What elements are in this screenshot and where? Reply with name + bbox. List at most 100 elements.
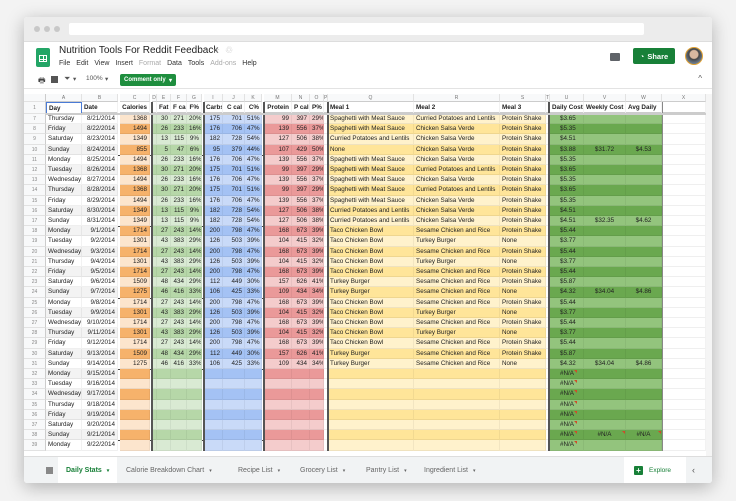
cell-day[interactable]: Monday bbox=[46, 440, 82, 451]
cell-fp[interactable]: 16% bbox=[187, 175, 202, 186]
sheet-tab-grocery-list[interactable]: Grocery List ▾ bbox=[300, 457, 345, 483]
cell-wk[interactable] bbox=[584, 256, 626, 267]
cell-pcal[interactable]: 556 bbox=[292, 124, 310, 135]
cell-wk[interactable] bbox=[584, 124, 626, 135]
cell-fp[interactable]: 16% bbox=[187, 124, 202, 135]
cell-cp[interactable]: 51% bbox=[245, 165, 262, 176]
cell-avg[interactable] bbox=[626, 246, 662, 257]
document-title[interactable]: Nutrition Tools For Reddit Feedback bbox=[59, 45, 218, 56]
cell-fcal[interactable]: 115 bbox=[171, 216, 187, 227]
cell-m2[interactable]: Sesame Chicken and Rice bbox=[414, 226, 500, 237]
cell-carb[interactable] bbox=[204, 440, 223, 451]
cell-m1[interactable]: Taco Chicken Bowl bbox=[328, 318, 414, 329]
cell-carb[interactable]: 175 bbox=[204, 114, 223, 125]
cell-date[interactable]: 9/22/2014 bbox=[82, 440, 118, 451]
row-header[interactable]: 16 bbox=[24, 205, 46, 216]
cell-day[interactable]: Sunday bbox=[46, 358, 82, 369]
cell-avg[interactable] bbox=[626, 338, 662, 349]
cell-date[interactable]: 8/24/2014 bbox=[82, 144, 118, 155]
cell-day[interactable]: Saturday bbox=[46, 348, 82, 359]
cell-pcal[interactable] bbox=[292, 409, 310, 420]
cell-m3[interactable] bbox=[500, 369, 546, 380]
cell-m3[interactable] bbox=[500, 399, 546, 410]
cell-fcal[interactable]: 416 bbox=[171, 287, 187, 298]
cell-m2[interactable]: Turkey Burger bbox=[414, 307, 500, 318]
cell-fp[interactable]: 14% bbox=[187, 318, 202, 329]
cell-cp[interactable] bbox=[245, 440, 262, 451]
cell-avg[interactable] bbox=[626, 134, 662, 145]
print-icon[interactable]: 🖶 bbox=[38, 75, 46, 89]
empty-cell[interactable] bbox=[662, 297, 706, 308]
cell-cost[interactable]: $5.44 bbox=[550, 338, 584, 349]
cell-fcal[interactable]: 243 bbox=[171, 267, 187, 278]
menu-tools[interactable]: Tools bbox=[188, 60, 204, 67]
cell-m1[interactable]: Taco Chicken Bowl bbox=[328, 236, 414, 247]
cell-m1[interactable] bbox=[328, 379, 414, 390]
cell-wk[interactable]: $31.72 bbox=[584, 144, 626, 155]
empty-cell[interactable] bbox=[662, 195, 706, 206]
cell-fp[interactable]: 29% bbox=[187, 307, 202, 318]
cell-pcal[interactable]: 556 bbox=[292, 175, 310, 186]
cell-carb[interactable] bbox=[204, 430, 223, 441]
cell-date[interactable]: 9/9/2014 bbox=[82, 307, 118, 318]
cell-fcal[interactable]: 271 bbox=[171, 185, 187, 196]
cell-cal[interactable] bbox=[120, 389, 150, 400]
cell-m2[interactable] bbox=[414, 379, 500, 390]
chevron-down-icon[interactable]: ▾ bbox=[473, 468, 476, 474]
cell-pp[interactable]: 39% bbox=[310, 318, 324, 329]
cell-date[interactable]: 9/6/2014 bbox=[82, 277, 118, 288]
cell-fcal[interactable]: 383 bbox=[171, 256, 187, 267]
cell-ccal[interactable]: 425 bbox=[223, 287, 245, 298]
cell-day[interactable]: Friday bbox=[46, 338, 82, 349]
row-header[interactable]: 32 bbox=[24, 369, 46, 380]
empty-cell[interactable] bbox=[662, 409, 706, 420]
cell-fcal[interactable]: 243 bbox=[171, 297, 187, 308]
empty-cell[interactable] bbox=[662, 124, 706, 135]
cell-fcal[interactable]: 233 bbox=[171, 124, 187, 135]
cell-pcal[interactable]: 673 bbox=[292, 267, 310, 278]
cell-wk[interactable] bbox=[584, 307, 626, 318]
row-header[interactable]: 7 bbox=[24, 114, 46, 125]
sheet-tab-recipe-list[interactable]: Recipe List ▾ bbox=[238, 457, 280, 483]
explore-button[interactable]: + Explore bbox=[624, 457, 686, 483]
cell-pro[interactable]: 157 bbox=[264, 348, 292, 359]
cell-wk[interactable] bbox=[584, 399, 626, 410]
empty-cell[interactable] bbox=[662, 328, 706, 339]
cell-pp[interactable]: 39% bbox=[310, 267, 324, 278]
cell-fcal[interactable]: 243 bbox=[171, 246, 187, 257]
column-header-i[interactable]: I bbox=[204, 94, 223, 102]
cell-m3[interactable]: Protein Shake bbox=[500, 195, 546, 206]
cell-date[interactable]: 9/3/2014 bbox=[82, 246, 118, 257]
cell-wk[interactable] bbox=[584, 277, 626, 288]
cell-date[interactable]: 8/30/2014 bbox=[82, 205, 118, 216]
cell-date[interactable]: 8/28/2014 bbox=[82, 185, 118, 196]
cell-cal[interactable]: 1494 bbox=[120, 175, 150, 186]
column-header-u[interactable]: U bbox=[550, 94, 584, 102]
sheet-tab-daily-stats[interactable]: Daily Stats ▾ bbox=[58, 457, 118, 483]
row-header[interactable]: 30 bbox=[24, 348, 46, 359]
avatar[interactable] bbox=[685, 47, 703, 65]
cell-wk[interactable] bbox=[584, 205, 626, 216]
cell-carb[interactable]: 200 bbox=[204, 297, 223, 308]
cell-pp[interactable] bbox=[310, 409, 324, 420]
cell-cp[interactable]: 33% bbox=[245, 358, 262, 369]
cell-pro[interactable]: 139 bbox=[264, 175, 292, 186]
cell-pp[interactable]: 38% bbox=[310, 134, 324, 145]
cell-pro[interactable]: 168 bbox=[264, 226, 292, 237]
cell-cp[interactable] bbox=[245, 420, 262, 431]
cell-ccal[interactable] bbox=[223, 379, 245, 390]
cell-pp[interactable]: 41% bbox=[310, 277, 324, 288]
cell-pp[interactable]: 29% bbox=[310, 114, 324, 125]
cell-fp[interactable] bbox=[187, 409, 202, 420]
cell-cal[interactable] bbox=[120, 399, 150, 410]
cell-fat[interactable] bbox=[157, 379, 171, 390]
cell-m3[interactable]: Protein Shake bbox=[500, 124, 546, 135]
cell-fp[interactable]: 33% bbox=[187, 287, 202, 298]
cell-fat[interactable]: 27 bbox=[157, 318, 171, 329]
menu-view[interactable]: View bbox=[94, 60, 109, 67]
cell-m1[interactable] bbox=[328, 440, 414, 451]
cell-cp[interactable]: 30% bbox=[245, 277, 262, 288]
cell-cost[interactable]: #N/A bbox=[550, 409, 584, 420]
cell-fcal[interactable]: 233 bbox=[171, 175, 187, 186]
cell-cost[interactable]: $4.51 bbox=[550, 134, 584, 145]
